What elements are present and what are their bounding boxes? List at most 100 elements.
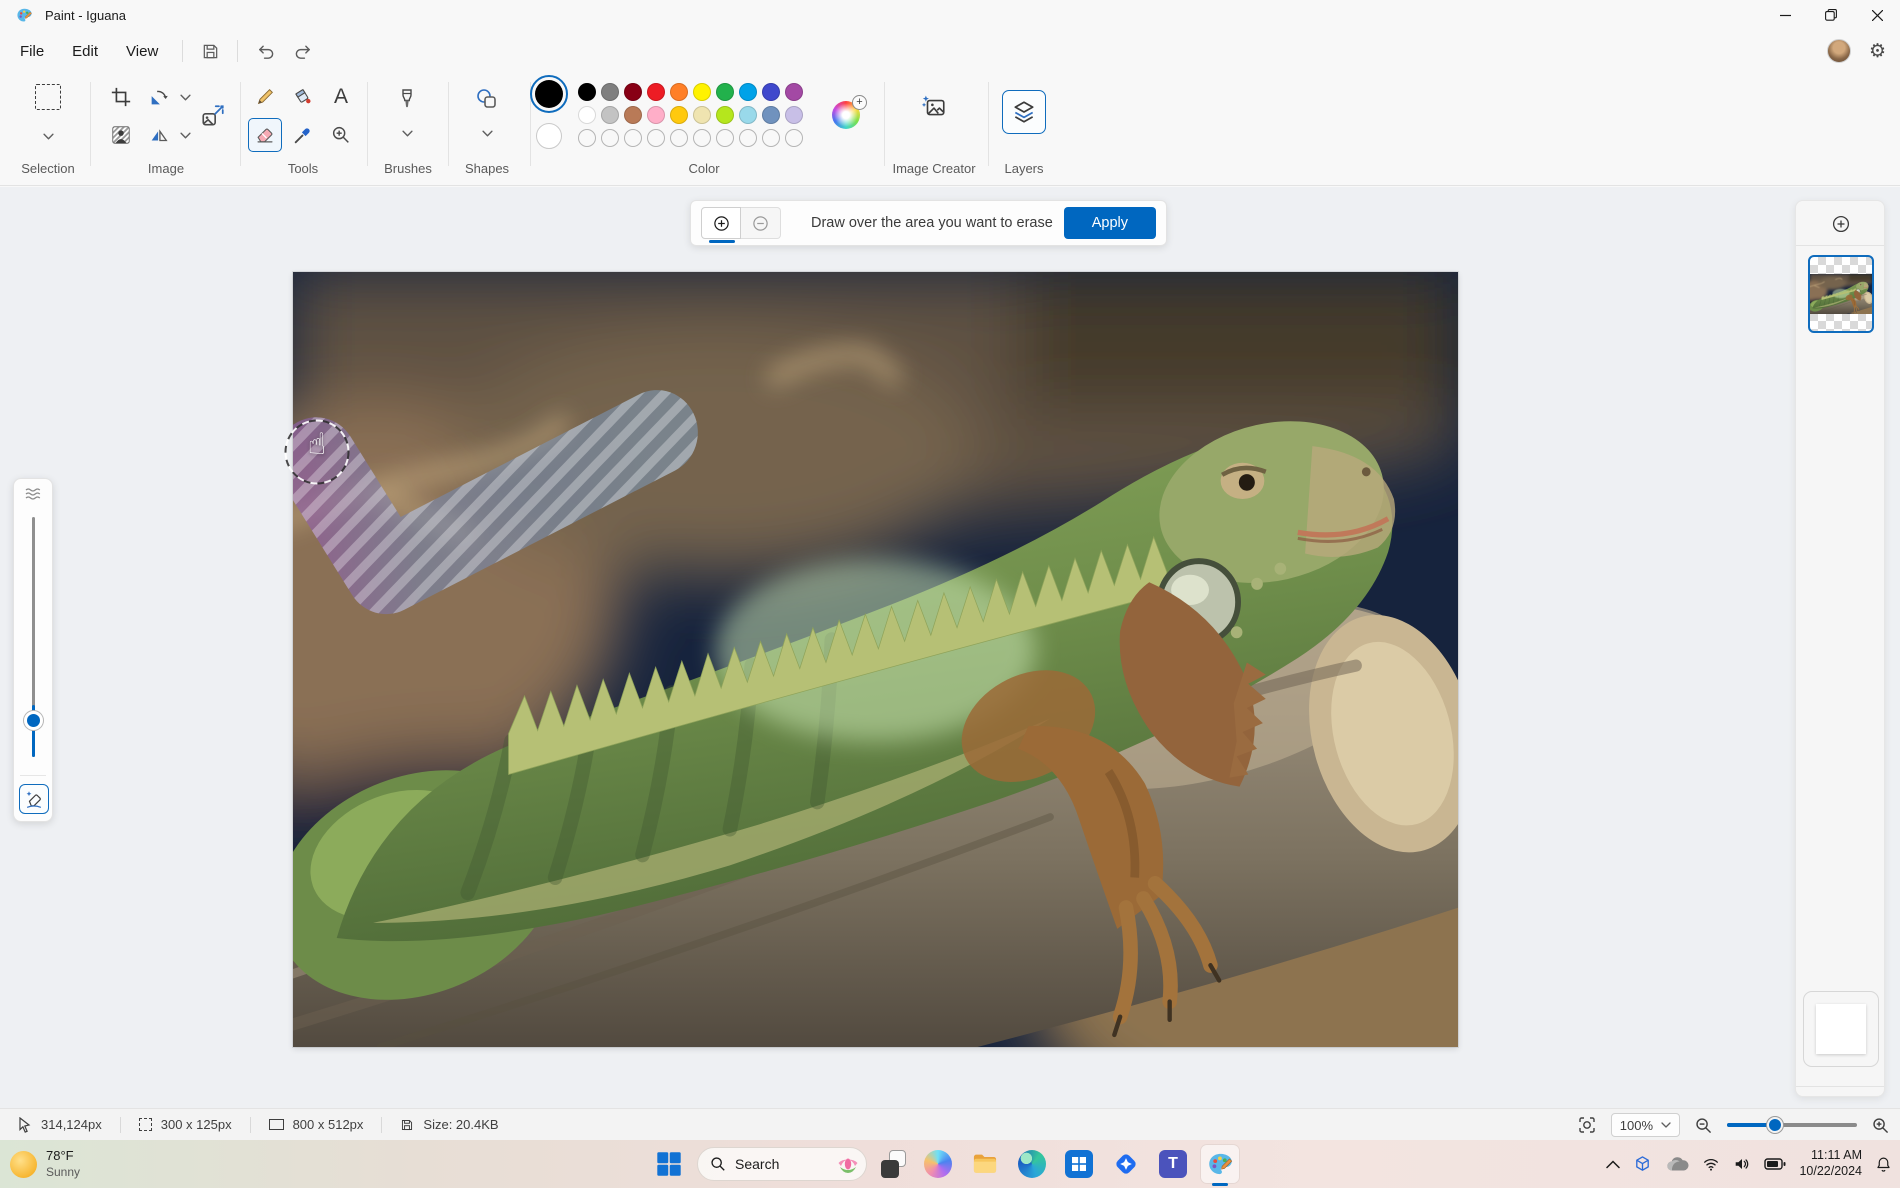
palette-color-swatch[interactable] xyxy=(647,106,665,124)
tray-show-hidden-icons-chevron[interactable] xyxy=(1606,1159,1621,1169)
edit-colors-plus-badge[interactable]: + xyxy=(852,95,867,110)
flip-dropdown-chevron[interactable] xyxy=(180,132,191,139)
palette-empty-slot[interactable] xyxy=(624,129,642,147)
magnifier-tool-button[interactable] xyxy=(324,118,358,152)
file-explorer-icon[interactable] xyxy=(966,1145,1004,1183)
zoom-slider-track[interactable] xyxy=(1727,1117,1857,1133)
tray-3d-viewer-icon[interactable] xyxy=(1633,1155,1652,1174)
pencil-tool-button[interactable] xyxy=(248,80,282,114)
erase-add-area-button[interactable] xyxy=(701,207,741,243)
background-removal-button[interactable] xyxy=(104,118,138,152)
paint-taskbar-icon[interactable] xyxy=(1201,1145,1239,1186)
edge-browser-icon[interactable] xyxy=(1013,1145,1051,1183)
redo-button[interactable] xyxy=(286,36,320,66)
selection-dropdown-chevron[interactable] xyxy=(43,133,54,140)
palette-color-swatch[interactable] xyxy=(716,83,734,101)
brushes-button[interactable] xyxy=(390,82,424,116)
notification-bell-icon[interactable] xyxy=(1875,1156,1892,1173)
shapes-dropdown-chevron[interactable] xyxy=(482,130,493,137)
palette-empty-slot[interactable] xyxy=(739,129,757,147)
shapes-button[interactable] xyxy=(470,82,504,116)
color2-swatch[interactable] xyxy=(536,123,562,149)
battery-icon[interactable] xyxy=(1764,1158,1786,1170)
layers-button[interactable] xyxy=(1002,90,1046,134)
palette-color-swatch[interactable] xyxy=(624,106,642,124)
text-tool-button[interactable]: A xyxy=(324,80,358,114)
palette-color-swatch[interactable] xyxy=(578,83,596,101)
color1-swatch[interactable] xyxy=(530,75,568,113)
fill-tool-button[interactable] xyxy=(286,80,320,114)
palette-color-swatch[interactable] xyxy=(693,106,711,124)
palette-color-swatch[interactable] xyxy=(739,83,757,101)
smart-eraser-button[interactable] xyxy=(19,784,49,814)
menu-file[interactable]: File xyxy=(6,37,58,66)
fit-to-screen-button[interactable] xyxy=(1577,1115,1597,1135)
palette-color-swatch[interactable] xyxy=(785,83,803,101)
palette-color-swatch[interactable] xyxy=(762,83,780,101)
palette-empty-slot[interactable] xyxy=(693,129,711,147)
task-view-icon[interactable] xyxy=(876,1145,910,1183)
close-button[interactable] xyxy=(1854,0,1900,30)
palette-color-swatch[interactable] xyxy=(601,106,619,124)
weather-widget[interactable]: 78°F Sunny xyxy=(10,1140,80,1188)
menu-edit[interactable]: Edit xyxy=(58,37,112,66)
zoom-level-dropdown[interactable]: 100% xyxy=(1610,1113,1680,1137)
wifi-icon[interactable] xyxy=(1702,1155,1720,1173)
eraser-tool-button[interactable] xyxy=(248,118,282,152)
palette-color-swatch[interactable] xyxy=(693,83,711,101)
palette-empty-slot[interactable] xyxy=(647,129,665,147)
settings-gear-icon[interactable]: ⚙ xyxy=(1869,40,1886,62)
selection-tool-button[interactable] xyxy=(31,80,65,114)
maximize-button[interactable] xyxy=(1808,0,1854,30)
palette-color-swatch[interactable] xyxy=(716,106,734,124)
undo-button[interactable] xyxy=(248,36,282,66)
drag-handle-icon[interactable] xyxy=(14,487,52,501)
menu-view[interactable]: View xyxy=(112,37,172,66)
palette-color-swatch[interactable] xyxy=(670,83,688,101)
add-layer-button[interactable] xyxy=(1827,210,1855,238)
color-picker-tool-button[interactable] xyxy=(286,118,320,152)
copilot-icon[interactable] xyxy=(919,1145,957,1183)
rotate-dropdown-chevron[interactable] xyxy=(180,94,191,101)
layer-thumbnail-selected[interactable] xyxy=(1808,255,1874,333)
user-avatar[interactable] xyxy=(1826,39,1851,63)
size-slider-thumb[interactable] xyxy=(24,711,43,730)
palette-empty-slot[interactable] xyxy=(578,129,596,147)
onedrive-cloud-icon[interactable] xyxy=(1665,1156,1689,1172)
save-button[interactable] xyxy=(193,36,227,66)
crop-button[interactable] xyxy=(104,80,138,114)
palette-color-swatch[interactable] xyxy=(601,83,619,101)
palette-empty-slot[interactable] xyxy=(716,129,734,147)
palette-empty-slot[interactable] xyxy=(785,129,803,147)
clock-widget[interactable]: 11:11 AM 10/22/2024 xyxy=(1799,1148,1862,1179)
palette-color-swatch[interactable] xyxy=(670,106,688,124)
zoom-in-button[interactable] xyxy=(1871,1116,1890,1135)
image-creator-button[interactable] xyxy=(917,90,951,124)
dev-home-icon[interactable] xyxy=(1107,1145,1145,1183)
apply-button[interactable]: Apply xyxy=(1063,207,1156,239)
zoom-out-button[interactable] xyxy=(1694,1116,1713,1135)
taskbar-search-box[interactable]: Search xyxy=(697,1147,867,1181)
brushes-dropdown-chevron[interactable] xyxy=(402,130,413,137)
volume-icon[interactable] xyxy=(1733,1155,1751,1173)
rotate-button[interactable] xyxy=(142,80,176,114)
microsoft-store-icon[interactable] xyxy=(1060,1145,1098,1183)
palette-empty-slot[interactable] xyxy=(601,129,619,147)
resize-image-button[interactable] xyxy=(196,99,230,133)
palette-color-swatch[interactable] xyxy=(647,83,665,101)
palette-color-swatch[interactable] xyxy=(762,106,780,124)
erase-remove-area-button[interactable] xyxy=(741,207,781,239)
palette-color-swatch[interactable] xyxy=(739,106,757,124)
flip-button[interactable] xyxy=(142,118,176,152)
drawing-canvas[interactable]: ☝ xyxy=(284,272,1458,1047)
minimize-button[interactable] xyxy=(1762,0,1808,30)
palette-color-swatch[interactable] xyxy=(578,106,596,124)
palette-color-swatch[interactable] xyxy=(785,106,803,124)
palette-color-swatch[interactable] xyxy=(624,83,642,101)
background-layer-tile[interactable] xyxy=(1803,991,1879,1067)
zoom-slider-thumb[interactable] xyxy=(1767,1117,1783,1133)
teams-icon[interactable]: T xyxy=(1154,1145,1192,1183)
palette-empty-slot[interactable] xyxy=(762,129,780,147)
palette-empty-slot[interactable] xyxy=(670,129,688,147)
start-button[interactable] xyxy=(650,1145,688,1183)
